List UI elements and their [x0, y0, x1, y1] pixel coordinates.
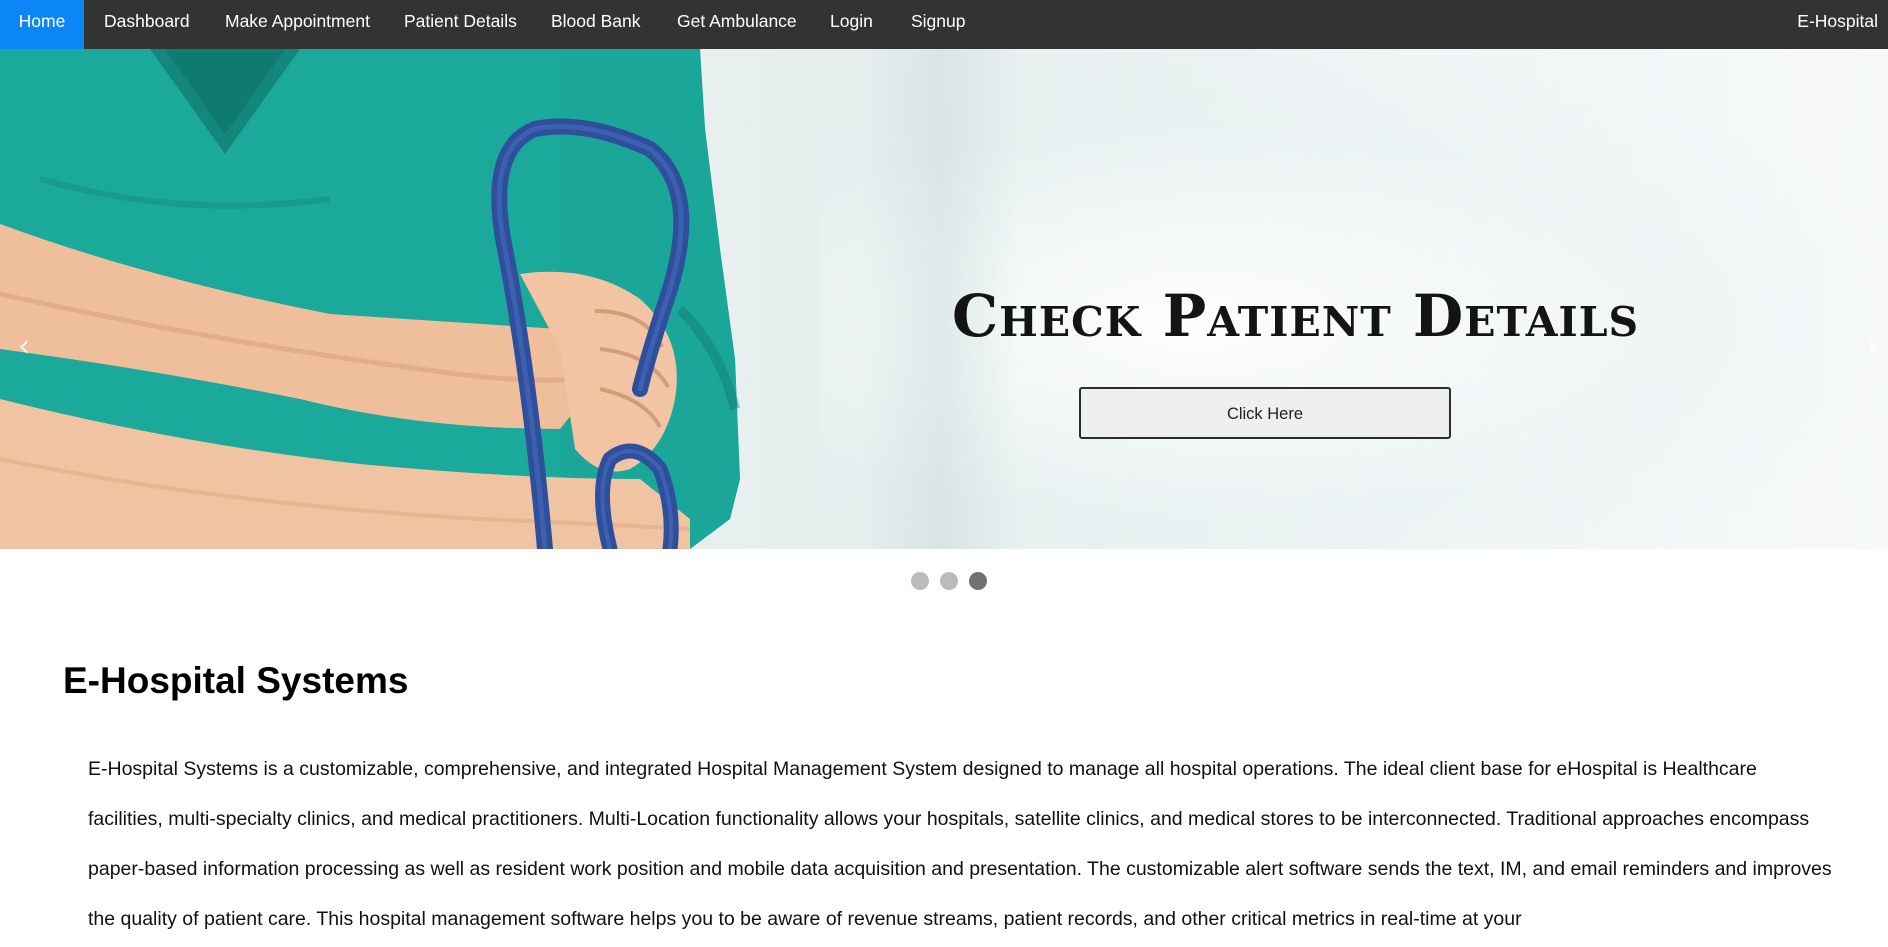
brand-link[interactable]: E-Hospital: [1797, 0, 1878, 49]
nav-signup[interactable]: Signup: [911, 0, 966, 49]
hero-carousel: ‹ › Check Patient Details Click Here: [0, 49, 1888, 549]
nav-patient-details[interactable]: Patient Details: [404, 0, 517, 49]
click-here-button[interactable]: Click Here: [1079, 387, 1451, 439]
nav-make-appointment[interactable]: Make Appointment: [225, 0, 370, 49]
carousel-next-arrow[interactable]: ›: [1866, 329, 1878, 364]
hero-title: Check Patient Details: [952, 282, 1640, 350]
section-description: E-Hospital Systems is a customizable, co…: [88, 758, 1832, 930]
doctor-photo: [0, 49, 740, 549]
nav-blood-bank[interactable]: Blood Bank: [551, 0, 641, 49]
section-title: E-Hospital Systems: [63, 660, 409, 701]
nav-get-ambulance[interactable]: Get Ambulance: [677, 0, 797, 49]
nav-home[interactable]: Home: [0, 0, 84, 49]
top-navigation-bar: Home Dashboard Make Appointment Patient …: [0, 0, 1888, 49]
carousel-prev-arrow[interactable]: ‹: [18, 329, 30, 364]
carousel-dot-1[interactable]: [911, 572, 929, 590]
nav-login[interactable]: Login: [830, 0, 873, 49]
nav-dashboard[interactable]: Dashboard: [104, 0, 190, 49]
carousel-dot-3[interactable]: [969, 572, 987, 590]
carousel-dot-2[interactable]: [940, 572, 958, 590]
